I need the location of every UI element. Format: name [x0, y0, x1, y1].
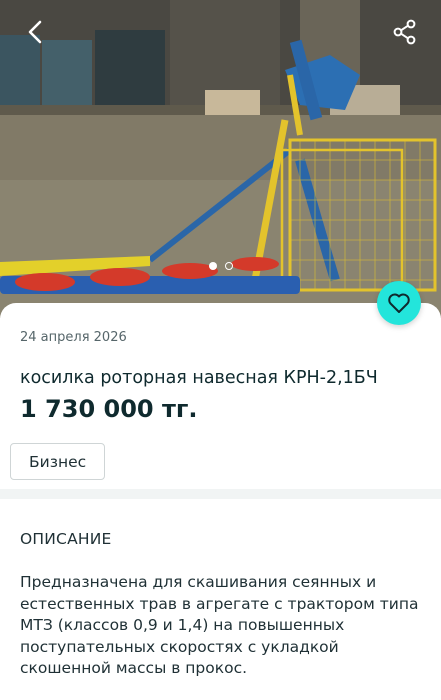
back-button[interactable]	[18, 14, 54, 50]
category-badge[interactable]: Бизнес	[10, 443, 106, 480]
description-heading: ОПИСАНИЕ	[20, 530, 112, 548]
heart-icon	[388, 293, 410, 313]
gallery-pagination	[0, 262, 441, 270]
listing-date: 24 апреля 2026	[20, 330, 127, 345]
section-divider	[0, 489, 441, 499]
gallery-dot[interactable]	[224, 262, 233, 270]
product-photo	[0, 0, 441, 318]
chevron-left-icon	[28, 20, 42, 44]
share-icon	[393, 19, 416, 45]
description-text: Предназначена для скашивания сеянных и е…	[20, 573, 419, 677]
favorite-button[interactable]	[377, 281, 421, 325]
listing-price: 1 730 000 тг.	[20, 395, 198, 423]
listing-title: косилка роторная навесная КРН-2,1БЧ	[20, 368, 378, 388]
share-button[interactable]	[387, 14, 423, 50]
gallery-dot-active[interactable]	[208, 262, 217, 270]
photo-gallery[interactable]	[0, 0, 441, 318]
